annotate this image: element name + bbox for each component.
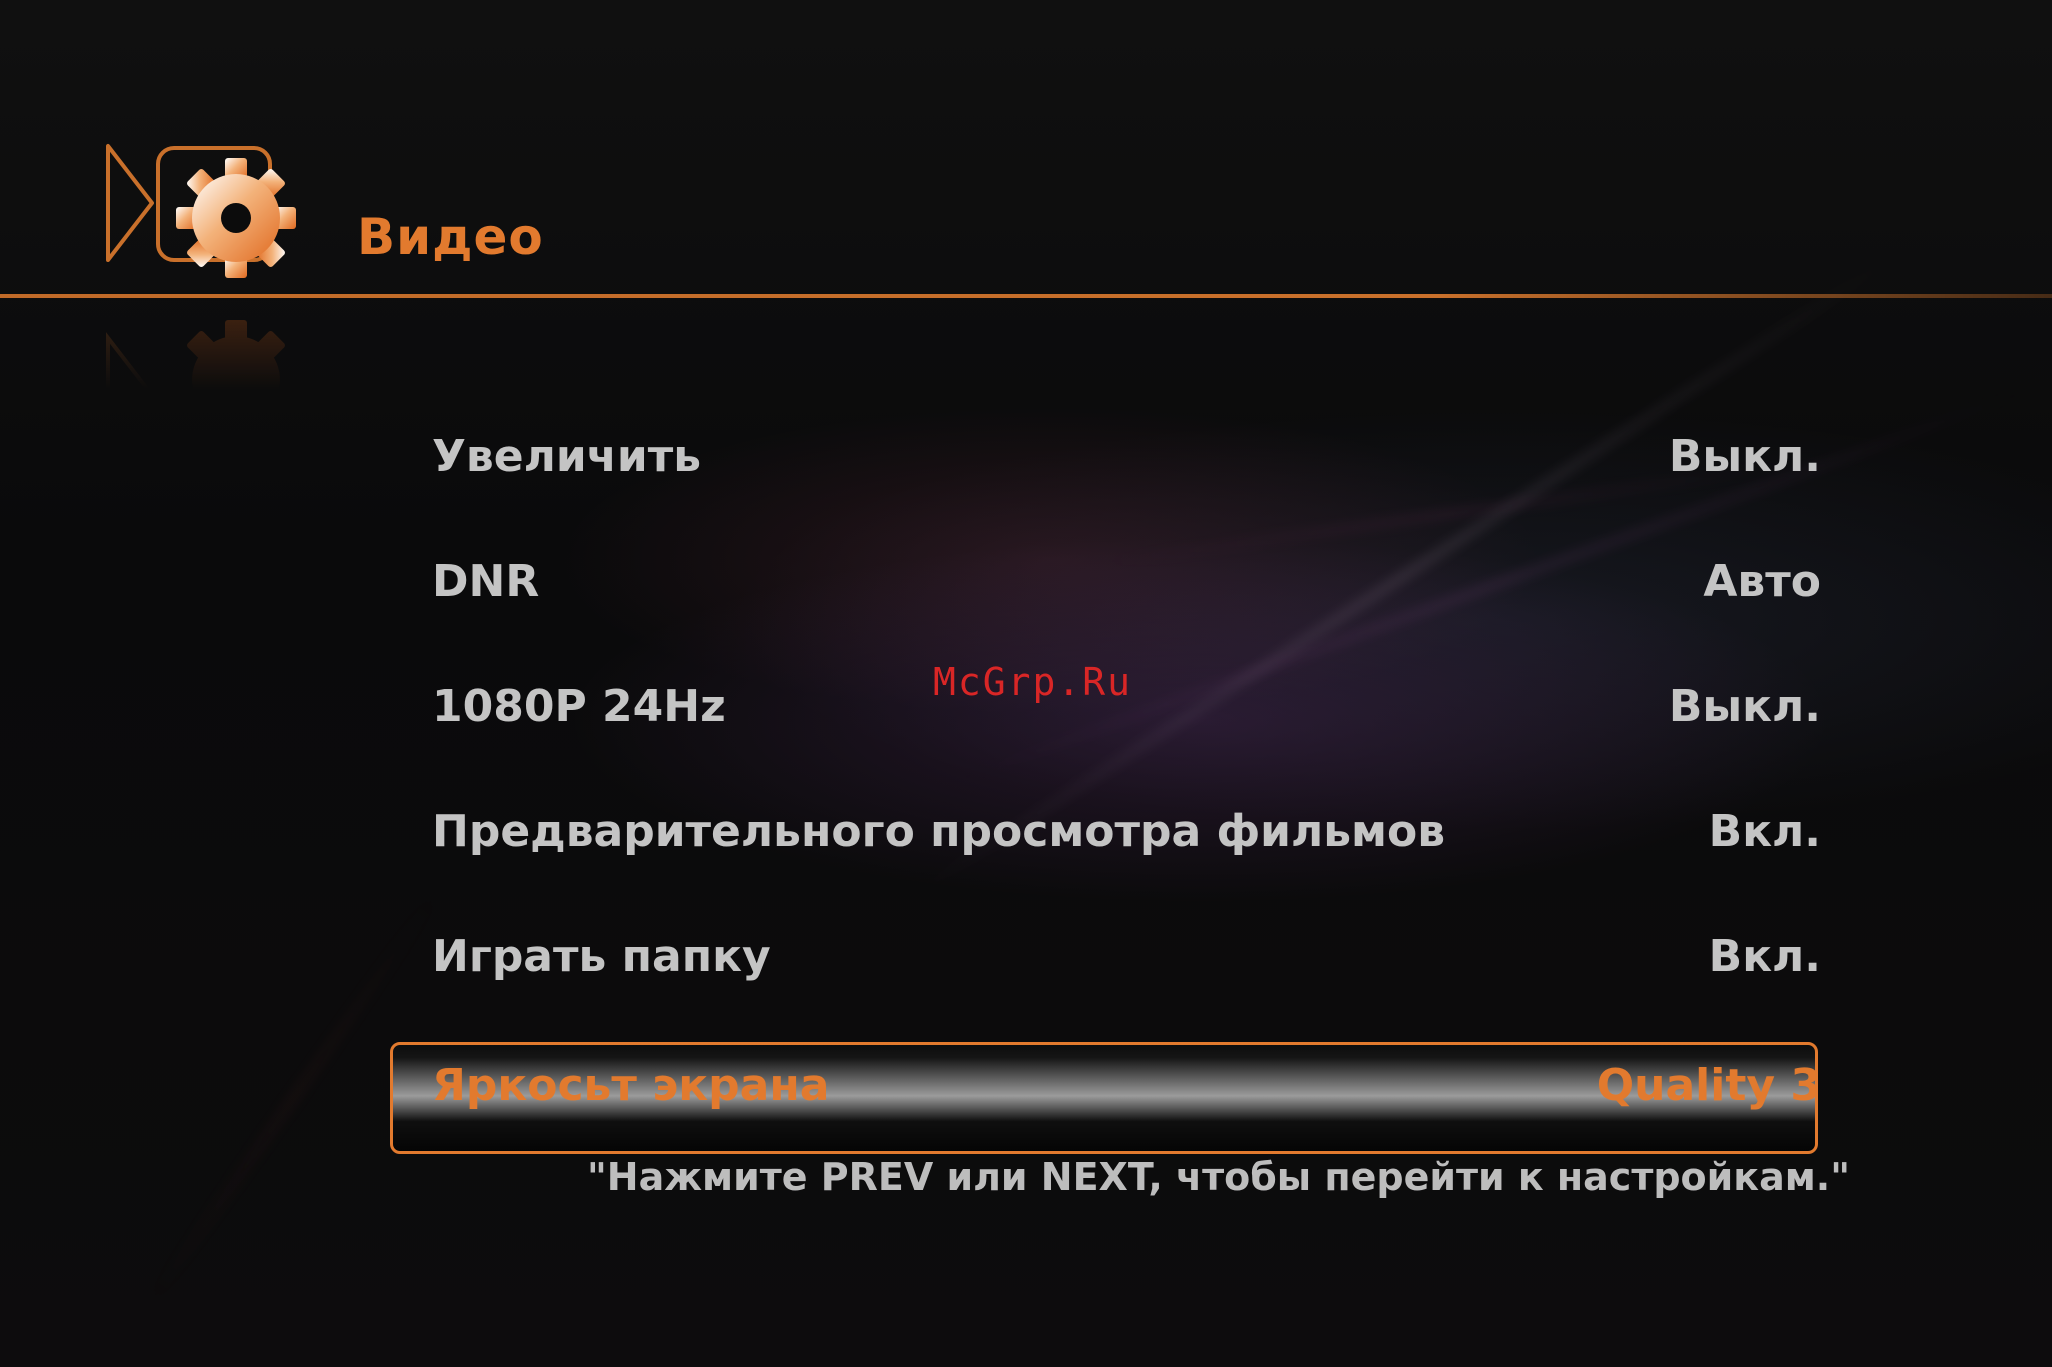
setting-label: 1080P 24Hz (432, 681, 726, 732)
video-settings-screen: Видео Увеличить Выкл. DNR Авто 1080P 24H… (0, 0, 2052, 1367)
video-settings-gear-icon (106, 144, 296, 278)
setting-row-movie-preview[interactable]: Предварительного просмотра фильмов Вкл. (390, 780, 1822, 905)
setting-value: Выкл. (1668, 681, 1821, 732)
video-settings-icon-reflection (106, 320, 285, 390)
setting-row-dnr[interactable]: DNR Авто (390, 530, 1822, 655)
navigation-hint: "Нажмите PREV или NEXT, чтобы перейти к … (587, 1155, 1850, 1199)
watermark: McGrp.Ru (933, 660, 1133, 704)
setting-row-zoom[interactable]: Увеличить Выкл. (390, 405, 1822, 530)
header-divider (0, 294, 2052, 298)
setting-value: Quality 3 (1596, 1060, 1821, 1111)
setting-label: Увеличить (432, 431, 702, 482)
page-title: Видео (357, 208, 544, 266)
setting-row-screen-brightness[interactable]: Яркосьт экрана Quality 3 (390, 1030, 1822, 1155)
setting-value: Авто (1703, 556, 1821, 607)
setting-value: Вкл. (1708, 806, 1821, 857)
setting-label: Играть папку (432, 931, 771, 982)
setting-label: DNR (432, 556, 540, 607)
settings-list: Увеличить Выкл. DNR Авто 1080P 24Hz Выкл… (390, 405, 1822, 1155)
setting-label: Предварительного просмотра фильмов (432, 806, 1446, 857)
setting-row-play-folder[interactable]: Играть папку Вкл. (390, 905, 1822, 1030)
setting-value: Вкл. (1708, 931, 1821, 982)
setting-label: Яркосьт экрана (432, 1060, 830, 1111)
setting-value: Выкл. (1668, 431, 1821, 482)
